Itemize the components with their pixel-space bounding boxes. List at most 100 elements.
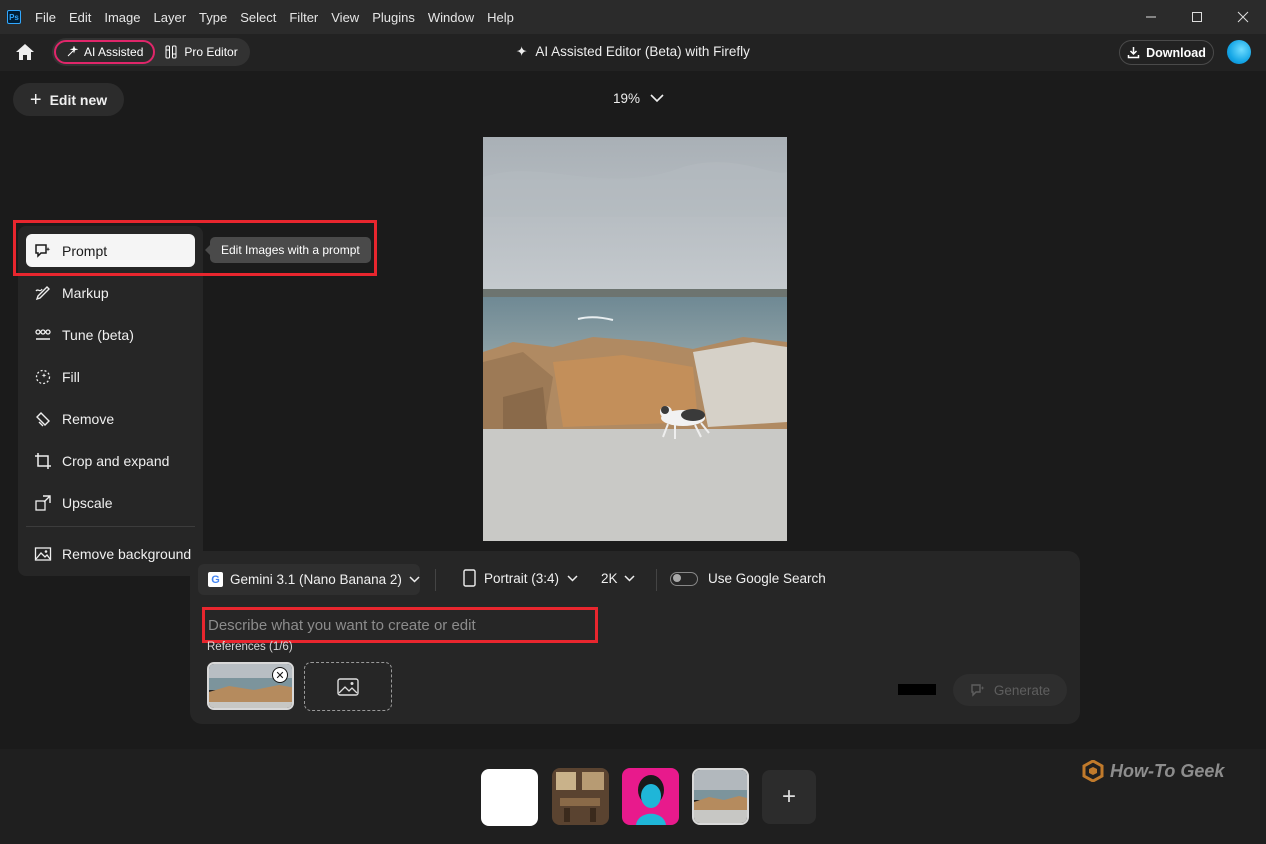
divider [656, 569, 657, 591]
maximize-button[interactable] [1174, 0, 1220, 34]
portrait-icon [463, 569, 476, 587]
beach-cat-photo [483, 137, 787, 541]
redaction-block [898, 684, 936, 695]
tool-upscale[interactable]: Upscale [26, 486, 195, 519]
menu-filter[interactable]: Filter [289, 10, 318, 25]
chevron-down-icon [623, 575, 635, 582]
photoshop-logo: Ps [7, 10, 21, 24]
model-label: Gemini 3.1 (Nano Banana 2) [230, 572, 402, 587]
home-button[interactable] [14, 42, 36, 62]
chevron-down-icon [650, 94, 664, 103]
menu-image[interactable]: Image [104, 10, 140, 25]
editor-mode-switch: AI Assisted Pro Editor [52, 38, 250, 66]
google-search-toggle[interactable] [670, 571, 698, 586]
remove-reference-button[interactable]: ✕ [272, 667, 288, 683]
beach-photo [694, 770, 747, 823]
menu-edit[interactable]: Edit [69, 10, 91, 25]
ai-assisted-label: AI Assisted [84, 45, 144, 59]
aspect-label: Portrait (3:4) [484, 570, 560, 586]
top-toolbar: AI Assisted Pro Editor ✦ AI Assisted Edit… [0, 34, 1266, 71]
tool-label: Remove [62, 410, 115, 427]
pro-editor-button[interactable]: Pro Editor [155, 40, 247, 64]
google-search-toggle-row: Use Google Search [670, 571, 826, 586]
tool-remove[interactable]: Remove [26, 402, 195, 435]
plus-icon: + [29, 88, 42, 111]
tool-label: Remove background [62, 545, 192, 562]
document-thumbnail-portrait[interactable] [622, 768, 679, 825]
prompt-input[interactable] [202, 607, 598, 643]
tools-divider [26, 526, 195, 527]
divider [435, 569, 436, 591]
portrait-photo [622, 768, 679, 825]
menu-view[interactable]: View [331, 10, 359, 25]
menu-file[interactable]: File [35, 10, 56, 25]
prompt-panel: G Gemini 3.1 (Nano Banana 2) Portrait (3… [190, 551, 1080, 724]
avatar[interactable] [1227, 40, 1251, 64]
google-search-label: Use Google Search [708, 571, 826, 586]
how-to-geek-watermark: How-To Geek [1082, 760, 1224, 782]
menu-bar: Ps File Edit Image Layer Type Select Fil… [0, 0, 1266, 34]
download-label: Download [1146, 45, 1206, 60]
canvas-image[interactable] [483, 137, 787, 541]
close-icon [1237, 11, 1249, 23]
aspect-ratio-dropdown[interactable]: Portrait (3:4) [463, 569, 578, 587]
edit-new-button[interactable]: + Edit new [13, 83, 124, 116]
download-button[interactable]: Download [1119, 40, 1214, 65]
chevron-down-icon [567, 574, 578, 582]
document-thumbnail-beach[interactable] [692, 768, 749, 825]
menu-window[interactable]: Window [428, 10, 474, 25]
markup-icon [35, 285, 50, 300]
htg-logo-icon [1082, 760, 1104, 782]
zoom-dropdown[interactable]: 19% [613, 91, 664, 106]
document-thumbnail-cafe[interactable] [552, 768, 609, 825]
ai-assisted-button[interactable]: AI Assisted [54, 40, 156, 64]
tool-label: Markup [62, 284, 109, 301]
zoom-level: 19% [613, 91, 641, 106]
tools-panel: Prompt Markup Tune (beta) Fill Remove Cr… [18, 226, 203, 576]
minimize-button[interactable] [1128, 0, 1174, 34]
resolution-dropdown[interactable]: 2K [601, 571, 635, 586]
menu-select[interactable]: Select [240, 10, 276, 25]
tool-fill[interactable]: Fill [26, 360, 195, 393]
tool-markup[interactable]: Markup [26, 276, 195, 309]
resolution-label: 2K [601, 571, 618, 586]
add-reference-button[interactable] [304, 662, 392, 711]
menu-type[interactable]: Type [199, 10, 227, 25]
google-icon: G [208, 572, 223, 587]
add-document-button[interactable]: + [762, 770, 816, 824]
close-window-button[interactable] [1220, 0, 1266, 34]
plus-icon: + [781, 783, 796, 810]
generate-icon [971, 684, 985, 697]
image-icon [337, 677, 359, 696]
chevron-down-icon [409, 576, 420, 583]
fill-icon [35, 369, 51, 384]
pro-editor-label: Pro Editor [184, 45, 238, 59]
tune-icon [35, 328, 51, 340]
close-icon: ✕ [275, 669, 285, 682]
tool-label: Upscale [62, 494, 113, 511]
tool-crop[interactable]: Crop and expand [26, 444, 195, 477]
crop-icon [35, 452, 51, 469]
minimize-icon [1146, 16, 1156, 18]
menu-help[interactable]: Help [487, 10, 514, 25]
sparkle-icon: ✦ [516, 44, 528, 59]
generate-label: Generate [993, 682, 1051, 698]
tool-label: Fill [62, 368, 80, 385]
upscale-icon [35, 494, 51, 511]
sparkle-icon [67, 46, 78, 57]
tool-remove-background[interactable]: Remove background [26, 537, 195, 570]
generate-button[interactable]: Generate [953, 674, 1067, 706]
sliders-icon [165, 45, 177, 59]
home-icon [16, 44, 34, 60]
menu-layer[interactable]: Layer [154, 10, 187, 25]
tool-tune[interactable]: Tune (beta) [26, 318, 195, 351]
document-thumbnail-blank[interactable] [481, 769, 538, 826]
menu-plugins[interactable]: Plugins [372, 10, 415, 25]
window-controls [1128, 0, 1266, 34]
cafe-photo [552, 768, 609, 825]
watermark-text: How-To Geek [1110, 760, 1225, 781]
model-dropdown[interactable]: G Gemini 3.1 (Nano Banana 2) [198, 564, 420, 595]
prompt-tooltip: Edit Images with a prompt [205, 237, 371, 263]
edit-new-label: Edit new [49, 91, 108, 108]
document-title-text: AI Assisted Editor (Beta) with Firefly [535, 44, 750, 59]
